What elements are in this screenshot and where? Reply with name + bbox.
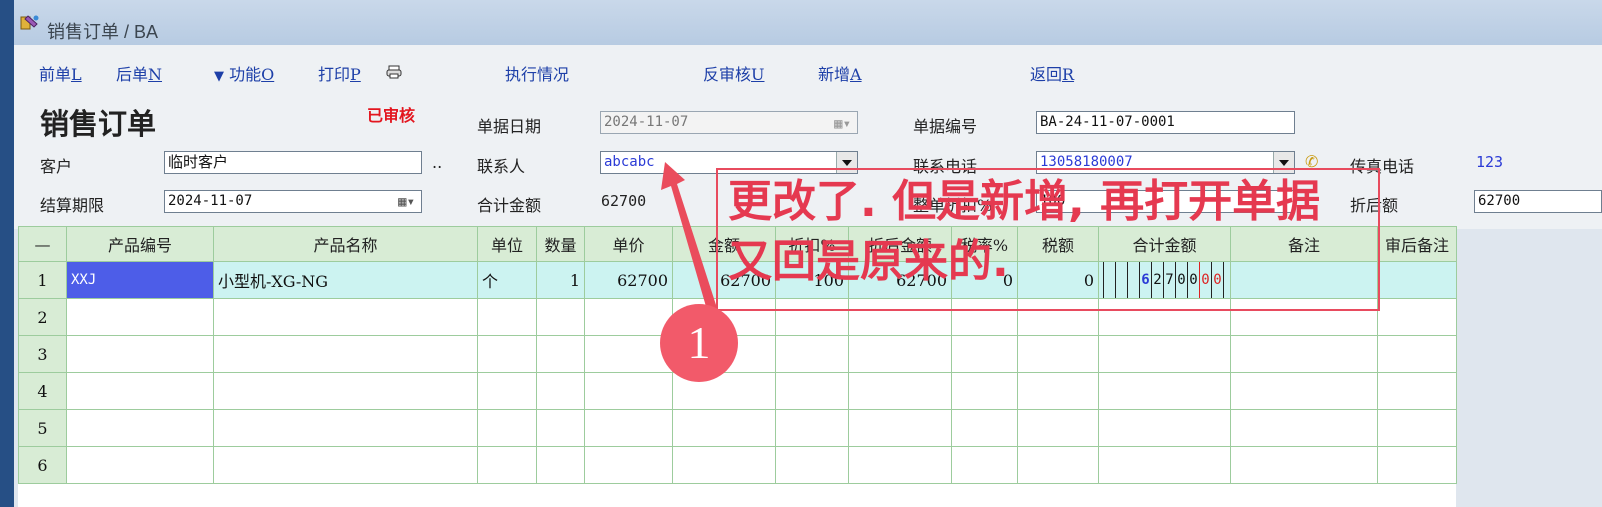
back-button[interactable]: 返回R bbox=[1030, 61, 1074, 85]
row-number: 2 bbox=[18, 298, 67, 336]
down-arrow-icon: ▼ bbox=[214, 69, 224, 84]
annotation-text: 更改了. 但是新增, 再打开单据 又回是原来的. bbox=[728, 176, 1321, 287]
function-menu-button[interactable]: ▼ 功能O bbox=[214, 61, 274, 85]
next-record-button[interactable]: 后单N bbox=[116, 61, 162, 85]
printer-icon[interactable] bbox=[386, 64, 402, 83]
contact-label: 联系人 bbox=[477, 157, 526, 176]
prev-record-button[interactable]: 前单L bbox=[39, 61, 82, 85]
table-row[interactable]: 6 bbox=[18, 446, 1457, 484]
row-number: 3 bbox=[18, 335, 67, 373]
add-new-button[interactable]: 新增A bbox=[818, 61, 862, 85]
left-sidebar-strip bbox=[0, 0, 14, 507]
customer-lookup-button[interactable]: .. bbox=[432, 153, 442, 172]
row-number: 5 bbox=[18, 409, 67, 447]
column-header[interactable]: 产品名称 bbox=[213, 226, 478, 262]
column-header[interactable]: 审后备注 bbox=[1377, 226, 1457, 262]
column-header[interactable]: 产品编号 bbox=[66, 226, 214, 262]
calendar-dropdown-icon[interactable]: ▦▾ bbox=[834, 114, 851, 133]
post-approval-remark-cell[interactable] bbox=[1377, 261, 1457, 299]
customer-label: 客户 bbox=[40, 157, 73, 176]
customer-field[interactable]: 临时客户 bbox=[164, 151, 422, 174]
table-row[interactable]: 5 bbox=[18, 409, 1457, 447]
unapprove-button[interactable]: 反审核U bbox=[703, 61, 765, 85]
after-discount-field[interactable]: 62700 bbox=[1474, 190, 1602, 213]
product-name-cell[interactable]: 小型机-XG-NG bbox=[213, 261, 478, 299]
doc-date-label: 单据日期 bbox=[477, 117, 542, 136]
row-number-header[interactable]: — bbox=[18, 226, 67, 262]
product-code-cell[interactable]: XXJ bbox=[66, 261, 214, 299]
column-header[interactable]: 单位 bbox=[477, 226, 537, 262]
settlement-label: 结算期限 bbox=[40, 196, 105, 215]
doc-number-label: 单据编号 bbox=[913, 117, 978, 136]
unit-cell[interactable]: 个 bbox=[477, 261, 537, 299]
total-amount-label: 合计金额 bbox=[477, 196, 542, 215]
quantity-cell[interactable]: 1 bbox=[536, 261, 585, 299]
total-amount-value: 62700 bbox=[601, 192, 647, 210]
annotation-marker: 1 bbox=[660, 304, 738, 382]
column-header[interactable]: 数量 bbox=[536, 226, 585, 262]
doc-number-field[interactable]: BA-24-11-07-0001 bbox=[1036, 111, 1295, 134]
settlement-date-field[interactable]: 2024-11-07 ▦▾ bbox=[164, 190, 422, 213]
row-number: 6 bbox=[18, 446, 67, 484]
app-icon bbox=[20, 14, 40, 32]
window-title: 销售订单 / BA bbox=[47, 22, 159, 42]
table-row[interactable]: 4 bbox=[18, 372, 1457, 410]
row-number: 4 bbox=[18, 372, 67, 410]
page-title: 销售订单 bbox=[40, 107, 157, 141]
calendar-dropdown-icon[interactable]: ▦▾ bbox=[398, 192, 415, 212]
row-number: 1 bbox=[18, 261, 67, 299]
doc-date-field[interactable]: 2024-11-07 ▦▾ bbox=[600, 111, 858, 134]
window-title-bar bbox=[14, 0, 1602, 46]
approved-status-badge: 已审核 bbox=[367, 106, 416, 125]
print-button[interactable]: 打印P bbox=[318, 61, 361, 85]
execution-status-button[interactable]: 执行情况 bbox=[505, 61, 569, 85]
fax-value: 123 bbox=[1476, 153, 1504, 171]
